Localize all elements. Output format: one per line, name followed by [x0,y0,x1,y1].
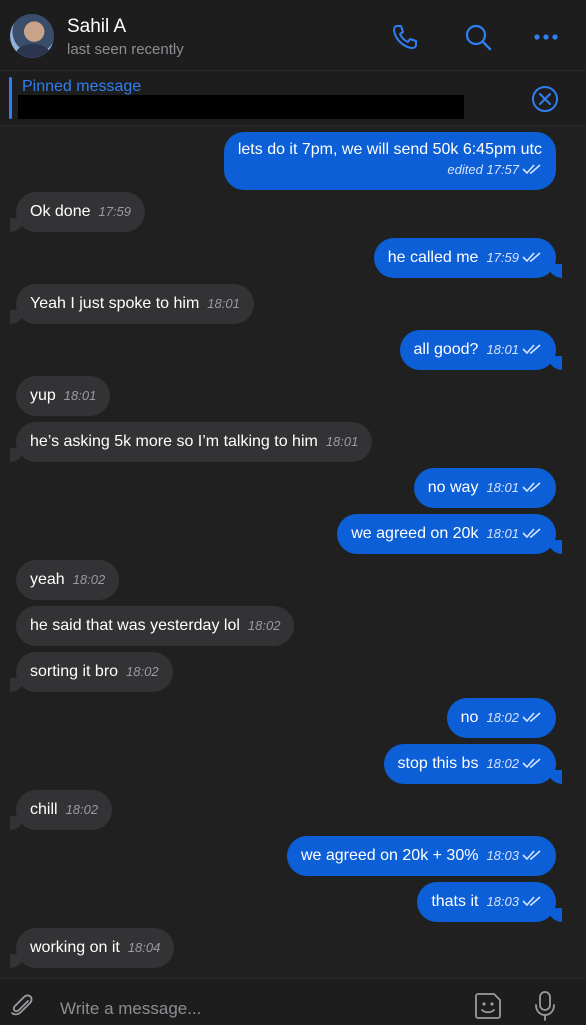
message-time: 18:02 [486,756,519,771]
message-bubble-incoming[interactable]: yeah 18:02 [16,560,120,600]
redacted-block [18,95,464,119]
message-text: we agreed on 20k + 30% [300,847,479,864]
message-time: 17:59 [486,250,519,265]
double-check-icon [522,482,541,493]
double-check-icon [522,712,541,723]
message-time: 18:01 [486,480,519,495]
message-bubble-incoming[interactable]: working on it 18:04 [9,928,175,968]
message-text: he said that was yesterday lol [30,617,240,634]
message-text: no way [427,479,479,496]
message-bubble-incoming[interactable]: Ok done 17:59 [9,192,146,232]
message-text: no [460,709,479,726]
message-text: working on it [30,939,120,956]
message-time: 18:01 [486,526,519,541]
message-text: lets do it 7pm, we will send 50k 6:45pm … [237,141,542,158]
search-icon[interactable] [463,22,493,52]
message-bubble-outgoing[interactable]: we agreed on 20k + 30% 18:03 [286,836,556,876]
message-time: 18:02 [65,802,99,817]
message-text: chill [30,801,58,818]
message-list[interactable]: lets do it 7pm, we will send 50k 6:45pm … [0,126,586,976]
message-bubble-outgoing[interactable]: we agreed on 20k 18:01 [337,514,562,554]
message-text: all good? [413,341,479,358]
message-time: 18:01 [207,296,240,311]
phone-icon[interactable] [390,22,420,52]
message-bubble-outgoing[interactable]: thats it 18:03 [417,882,562,922]
message-time: 18:01 [325,434,359,449]
message-bubble-incoming[interactable]: he’s asking 5k more so I’m talking to hi… [9,422,373,462]
message-text: Ok done [30,203,91,220]
message-bubble-outgoing[interactable]: all good? 18:01 [399,330,562,370]
double-check-icon [522,344,541,355]
message-bubble-outgoing[interactable]: no 18:02 [446,698,556,738]
message-bubble-incoming[interactable]: yup 18:01 [16,376,111,416]
close-icon[interactable] [530,84,560,114]
message-time: 18:02 [486,710,519,725]
double-check-icon [522,164,541,175]
message-bubble-incoming[interactable]: chill 18:02 [9,790,113,830]
message-text: Yeah I just spoke to him [30,295,200,312]
message-bubble-outgoing[interactable]: no way 18:01 [413,468,556,508]
avatar[interactable] [10,14,54,58]
message-input[interactable]: Write a message... [60,999,201,1019]
double-check-icon [522,758,541,769]
message-bubble-outgoing[interactable]: stop this bs 18:02 [383,744,563,784]
contact-status: last seen recently [67,41,184,58]
pinned-accent-bar [9,77,12,119]
more-icon[interactable] [531,22,561,52]
sticker-icon[interactable] [472,990,504,1022]
message-time: 18:02 [126,664,159,679]
message-text: we agreed on 20k [351,525,479,542]
message-bubble-outgoing[interactable]: he called me 17:59 [373,238,563,278]
microphone-icon[interactable] [532,990,558,1022]
message-time: 18:04 [127,940,161,955]
message-bubble-outgoing[interactable]: lets do it 7pm, we will send 50k 6:45pm … [223,132,556,190]
message-text: stop this bs [397,755,479,772]
message-time: 18:03 [486,894,519,909]
message-text: yup [30,387,56,404]
message-text: he called me [387,249,479,266]
message-meta: edited 17:57 [447,162,519,177]
message-time: 17:59 [98,204,132,219]
message-text: he’s asking 5k more so I’m talking to hi… [30,433,318,450]
contact-name[interactable]: Sahil A [67,16,126,38]
attach-icon[interactable] [8,992,36,1020]
pinned-title: Pinned message [22,78,142,95]
message-time: 18:02 [72,572,106,587]
message-text: thats it [431,893,479,910]
message-bubble-incoming[interactable]: sorting it bro 18:02 [10,652,173,692]
double-check-icon [522,896,541,907]
message-bubble-incoming[interactable]: Yeah I just spoke to him 18:01 [10,284,254,324]
message-time: 18:01 [486,342,519,357]
double-check-icon [522,850,541,861]
message-text: yeah [30,571,65,588]
double-check-icon [522,528,541,539]
message-time: 18:02 [247,618,281,633]
message-time: 18:03 [486,848,519,863]
double-check-icon [522,252,541,263]
message-text: sorting it bro [30,663,119,680]
message-time: 18:01 [63,388,97,403]
pinned-message-bar[interactable]: Pinned message [0,71,586,126]
message-bubble-incoming[interactable]: he said that was yesterday lol 18:02 [16,606,295,646]
